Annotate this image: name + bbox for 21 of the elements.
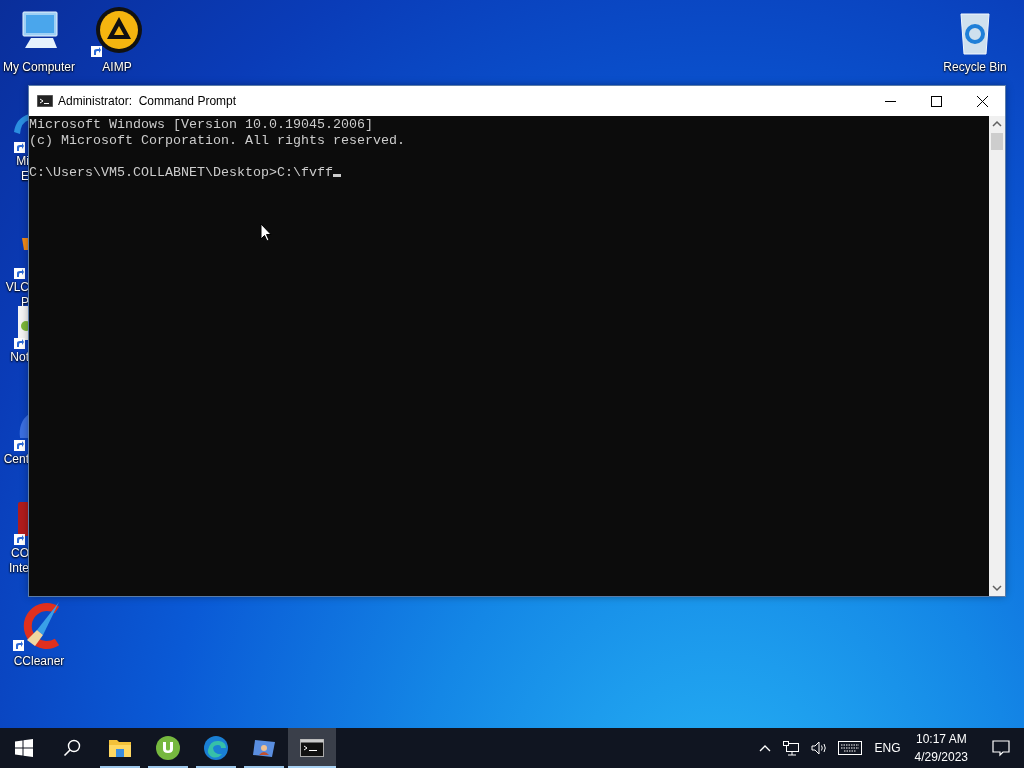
language-indicator[interactable]: ENG: [874, 741, 901, 755]
clock-date: 4/29/2023: [914, 749, 968, 766]
icon-label: AIMP: [102, 60, 132, 74]
clock[interactable]: 10:17 AM 4/29/2023: [914, 730, 968, 766]
icon-label: Not: [10, 350, 29, 365]
icon-label: VLC: [5, 280, 29, 295]
icon-label: Cent: [3, 452, 29, 467]
clock-time: 10:17 AM: [915, 731, 967, 748]
console-output[interactable]: Microsoft Windows [Version 10.0.19045.2006] (c) Microsoft Corporation. All rights reserved. C:\Users\VM5.COLLABNET\Desktop>C:\fvff: [29, 116, 989, 596]
icon-label: CCleaner: [13, 654, 65, 668]
icon-label: Mi: [16, 154, 29, 169]
icon-label: E: [21, 169, 29, 184]
window-title: Administrator: Command Prompt: [58, 94, 238, 108]
icon-label: My Computer: [3, 60, 75, 74]
icon-label: P: [21, 295, 29, 310]
console-line: (c) Microsoft Corporation. All rights reserved.: [29, 133, 405, 148]
icon-label: CO: [11, 546, 29, 561]
icon-label: Recycle Bin: [943, 60, 1007, 74]
icon-label: Inte: [9, 561, 29, 576]
console-line: Microsoft Windows [Version 10.0.19045.2006]: [29, 117, 373, 132]
console-line: C:\Users\VM5.COLLABNET\Desktop>C:\fvff: [29, 165, 333, 180]
